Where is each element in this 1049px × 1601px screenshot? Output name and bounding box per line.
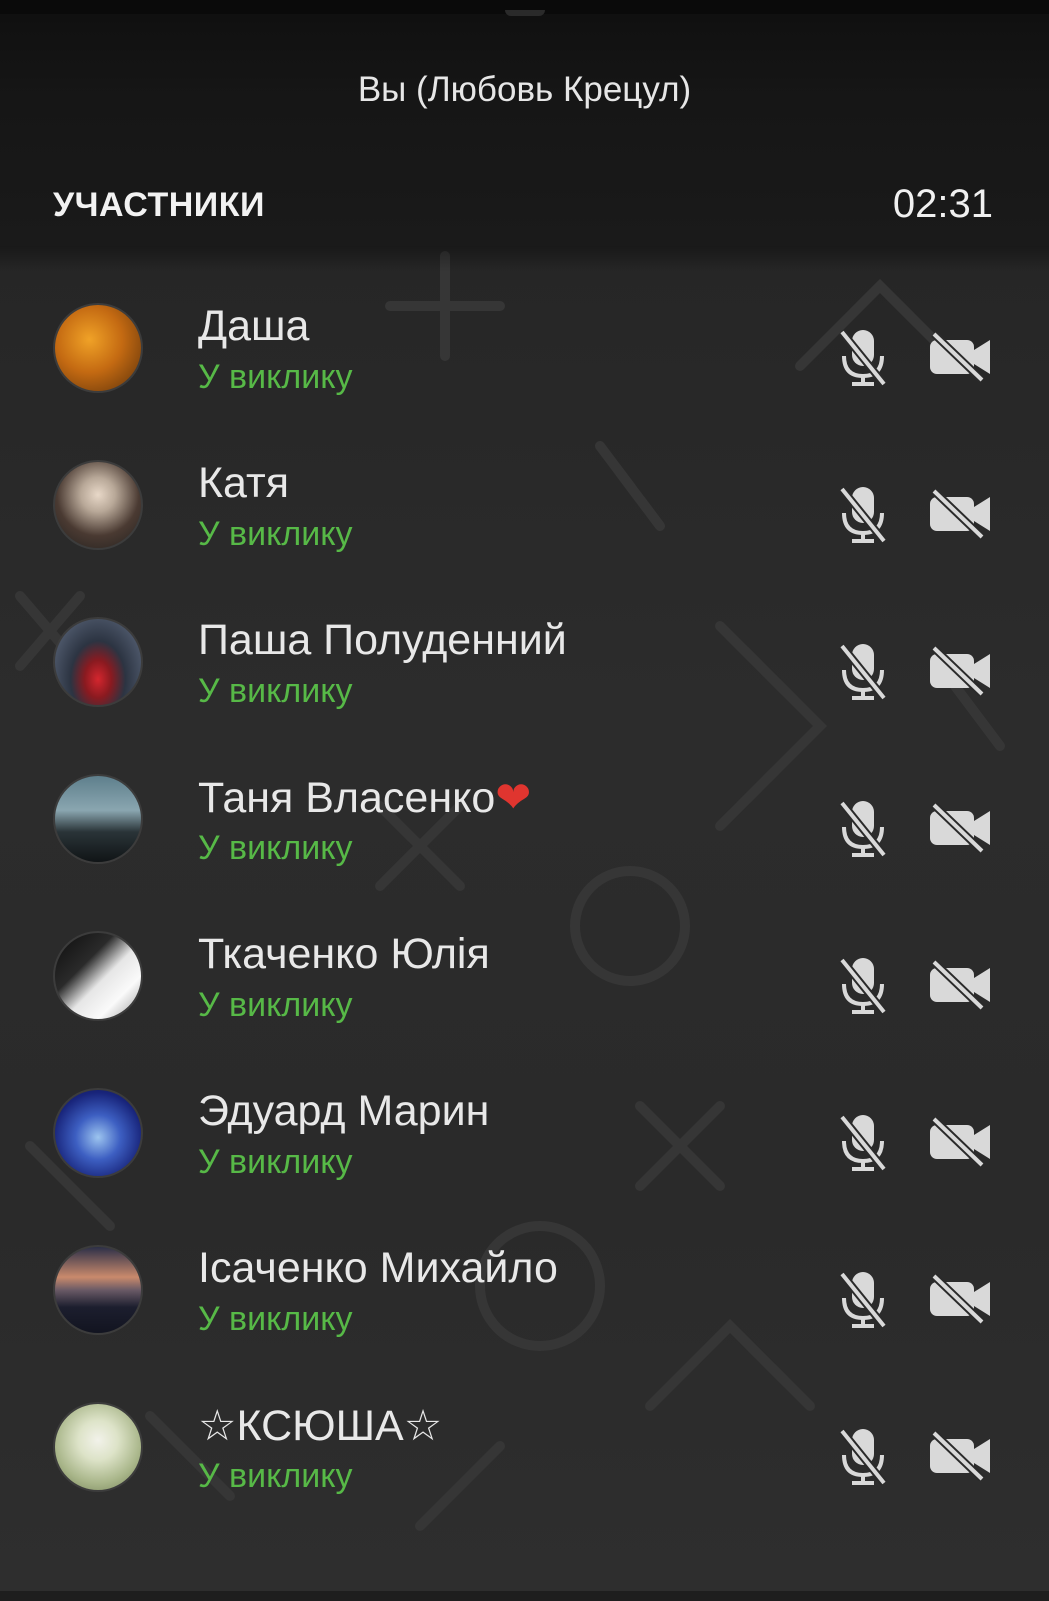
mic-off-icon[interactable] [838, 1111, 890, 1175]
participant-row[interactable]: ☆КСЮША☆ У виклику [0, 1365, 1049, 1525]
camera-off-icon[interactable] [928, 1274, 994, 1324]
participant-row[interactable]: Таня Власенко❤ У виклику [0, 737, 1049, 897]
participant-status: У виклику [198, 515, 353, 553]
avatar[interactable] [53, 1245, 143, 1335]
camera-off-icon[interactable] [928, 332, 994, 382]
current-user-label: Вы (Любовь Крецул) [357, 70, 692, 109]
mic-off-icon[interactable] [838, 326, 890, 390]
participant-status: У виклику [198, 1300, 353, 1338]
participants-list[interactable]: Даша У виклику Катя У виклику Паша Полуд… [0, 246, 1049, 1601]
participant-status: У виклику [198, 829, 353, 867]
camera-off-icon[interactable] [928, 646, 994, 696]
participant-row[interactable]: Эдуард Марин У виклику [0, 1051, 1049, 1211]
camera-off-icon[interactable] [928, 489, 994, 539]
participant-name: Даша [198, 302, 310, 350]
participant-name: Катя [198, 459, 289, 507]
drag-handle[interactable] [505, 10, 545, 16]
mic-off-icon[interactable] [838, 483, 890, 547]
avatar[interactable] [53, 1088, 143, 1178]
participant-name: Таня Власенко❤ [198, 773, 531, 823]
participant-status: У виклику [198, 986, 353, 1024]
mic-off-icon[interactable] [838, 640, 890, 704]
camera-off-icon[interactable] [928, 1431, 994, 1481]
participant-row[interactable]: Ткаченко Юлія У виклику [0, 894, 1049, 1054]
mic-off-icon[interactable] [838, 1425, 890, 1489]
participant-row[interactable]: Даша У виклику [0, 266, 1049, 426]
participant-name: Ткаченко Юлія [198, 930, 490, 978]
participant-name: Эдуард Марин [198, 1087, 490, 1135]
participant-row[interactable]: Паша Полуденний У виклику [0, 580, 1049, 740]
avatar[interactable] [53, 1402, 143, 1492]
participant-status: У виклику [198, 358, 353, 396]
participant-status: У виклику [198, 1457, 353, 1495]
call-header: Вы (Любовь Крецул) УЧАСТНИКИ 02:31 [0, 0, 1049, 246]
avatar[interactable] [53, 931, 143, 1021]
camera-off-icon[interactable] [928, 1117, 994, 1167]
participants-title: УЧАСТНИКИ [53, 186, 265, 224]
call-timer: 02:31 [892, 182, 993, 226]
participant-status: У виклику [198, 1143, 353, 1181]
camera-off-icon[interactable] [928, 960, 994, 1010]
participant-row[interactable]: Катя У виклику [0, 423, 1049, 583]
avatar[interactable] [53, 617, 143, 707]
participant-name: Ісаченко Михайло [198, 1244, 558, 1292]
camera-off-icon[interactable] [928, 803, 994, 853]
heart-emoji: ❤ [495, 773, 532, 823]
mic-off-icon[interactable] [838, 1268, 890, 1332]
participant-name: Паша Полуденний [198, 616, 567, 664]
participant-name: ☆КСЮША☆ [198, 1402, 443, 1450]
avatar[interactable] [53, 460, 143, 550]
participant-name-text: Таня Власенко [198, 774, 496, 822]
bottom-divider [0, 1591, 1049, 1601]
mic-off-icon[interactable] [838, 797, 890, 861]
participant-row[interactable]: Ісаченко Михайло У виклику [0, 1208, 1049, 1368]
participant-status: У виклику [198, 672, 353, 710]
mic-off-icon[interactable] [838, 954, 890, 1018]
avatar[interactable] [53, 774, 143, 864]
avatar[interactable] [53, 303, 143, 393]
